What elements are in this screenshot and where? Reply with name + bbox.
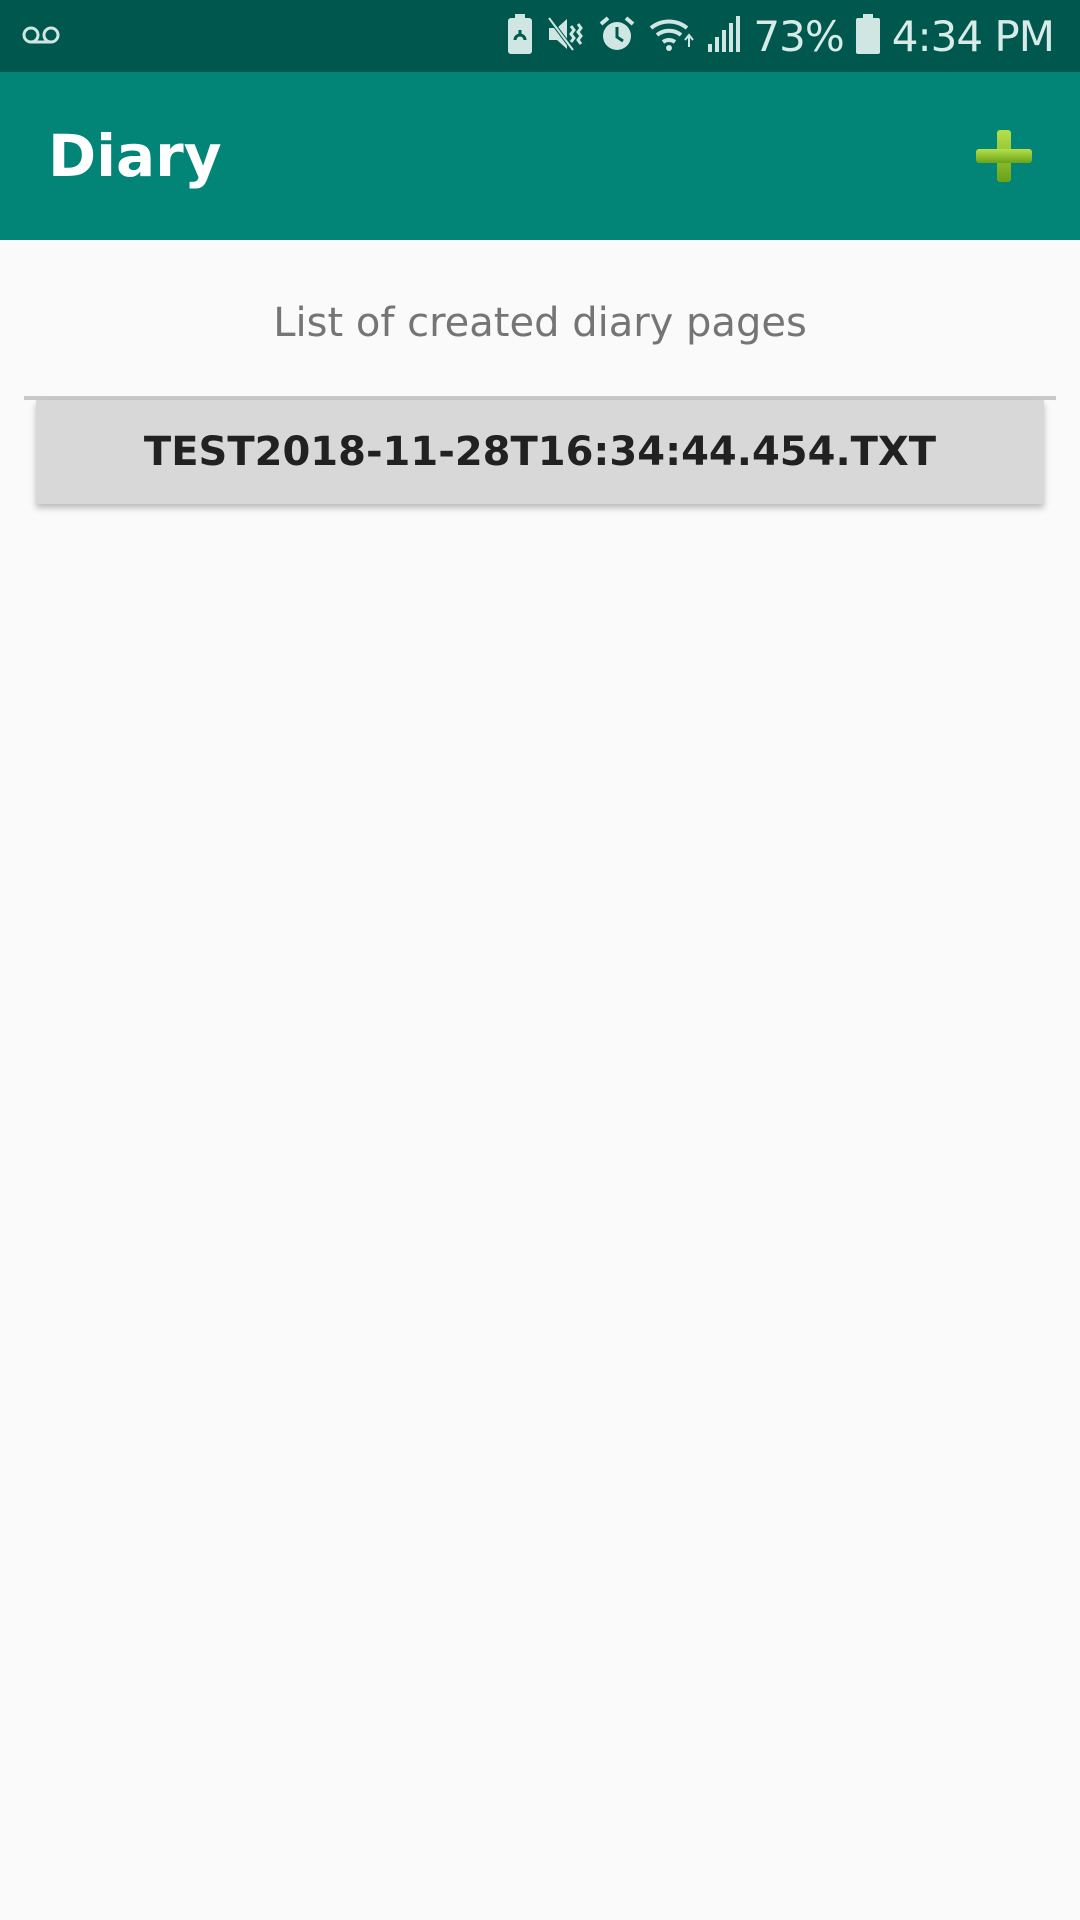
vibrate-mute-icon bbox=[545, 14, 585, 59]
signal-icon bbox=[707, 14, 741, 59]
wifi-icon bbox=[649, 14, 695, 59]
voicemail-icon bbox=[22, 20, 62, 50]
battery-saver-icon bbox=[507, 13, 533, 59]
battery-percent: 73% bbox=[753, 11, 844, 61]
add-page-button[interactable] bbox=[972, 126, 1036, 186]
alarm-icon bbox=[597, 14, 637, 59]
battery-icon bbox=[855, 13, 880, 59]
status-time: 4:34 PM bbox=[891, 11, 1055, 61]
diary-page-item[interactable]: TEST2018-11-28T16:34:44.454.TXT bbox=[36, 400, 1044, 504]
diary-page-label: TEST2018-11-28T16:34:44.454.TXT bbox=[143, 429, 937, 475]
status-bar: 73% 4:34 PM bbox=[0, 0, 1080, 72]
app-bar: Diary bbox=[0, 72, 1080, 240]
plus-icon bbox=[976, 130, 1032, 182]
status-indicators: 73% 4:34 PM bbox=[507, 0, 1055, 72]
page-title: Diary bbox=[48, 122, 222, 190]
list-heading: List of created diary pages bbox=[273, 300, 807, 346]
